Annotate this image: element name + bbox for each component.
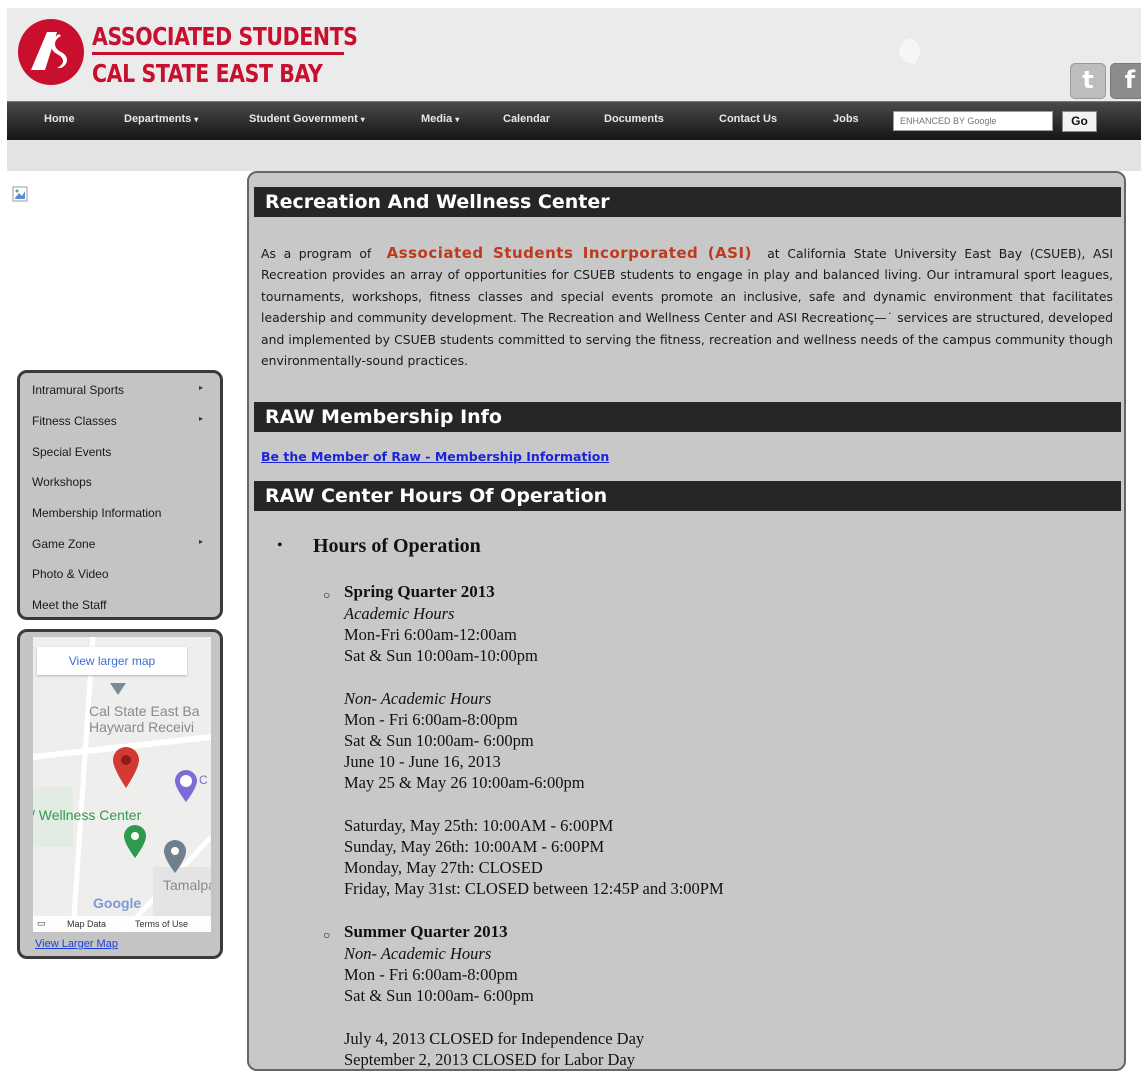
search-go-button[interactable]: Go — [1062, 111, 1097, 132]
nav-jobs[interactable]: Jobs — [833, 113, 859, 125]
side-menu-fitness-classes[interactable]: Fitness Classes ▸ — [32, 414, 212, 434]
hours-heading: Hours of Operation — [313, 535, 481, 557]
nav-contact-us[interactable]: Contact Us — [719, 113, 777, 125]
gray-map-pin-icon[interactable] — [163, 840, 187, 874]
hours-line: July 4, 2013 CLOSED for Independence Day — [344, 1029, 645, 1048]
map-marker-small-icon — [110, 683, 126, 695]
map-label-tamalpa: Tamalpa — [163, 877, 211, 893]
spring-non-academic-label: Non- Academic Hours — [344, 689, 492, 708]
hours-line: Mon - Fri 6:00am-8:00pm — [344, 710, 518, 729]
asi-name-link[interactable]: Associated Students Incorporated (ASI) — [387, 244, 752, 262]
hours-line: Sunday, May 26th: 10:00AM - 6:00PM — [344, 837, 605, 856]
chevron-down-icon: ▾ — [455, 115, 460, 124]
map-widget: View larger map Cal State East Ba Haywar… — [17, 629, 223, 959]
intro-paragraph: As a program of Associated Students Inco… — [261, 244, 1113, 369]
list-bullet: ○ — [323, 588, 331, 602]
hours-line: June 10 - June 16, 2013 — [344, 752, 501, 771]
google-logo: Google — [93, 895, 142, 911]
map-label-wellness: / Wellness Center — [33, 807, 142, 823]
twitter-icon[interactable]: t — [1070, 63, 1106, 99]
as-logo-icon[interactable] — [17, 18, 85, 86]
hours-line: Saturday, May 25th: 10:00AM - 6:00PM — [344, 816, 614, 835]
summer-non-academic-label: Non- Academic Hours — [344, 944, 492, 963]
list-bullet: ○ — [323, 928, 331, 942]
map-data-link[interactable]: Map Data — [67, 919, 106, 929]
red-map-pin-icon[interactable] — [111, 745, 141, 789]
partner-logo-icon — [899, 38, 921, 64]
side-menu: Intramural Sports ▸ Fitness Classes ▸ Spec… — [17, 370, 223, 620]
side-menu-intramural-sports[interactable]: Intramural Sports ▸ — [32, 383, 212, 403]
hours-line: Sat & Sun 10:00am- 6:00pm — [344, 731, 534, 750]
embedded-map[interactable]: View larger map Cal State East Ba Haywar… — [33, 637, 211, 932]
side-menu-photo-video[interactable]: Photo & Video — [32, 567, 109, 587]
logo-title-line2[interactable]: CAL STATE EAST BAY — [92, 59, 323, 88]
map-label-hayward: Hayward Receivi — [89, 719, 195, 735]
spring-quarter-title: Spring Quarter 2013 — [344, 582, 495, 601]
green-map-pin-icon[interactable] — [123, 825, 147, 859]
site-header: ASSOCIATED STUDENTS CAL STATE EAST BAY t… — [7, 8, 1141, 102]
side-menu-workshops[interactable]: Workshops — [32, 475, 92, 495]
hours-line: September 2, 2013 CLOSED for Labor Day — [344, 1050, 635, 1069]
map-label-c: C — [199, 773, 208, 787]
view-larger-map-button[interactable]: View larger map — [37, 647, 187, 675]
hours-line: Mon - Fri 6:00am-8:00pm — [344, 965, 518, 984]
map-label-csueb: Cal State East Ba — [89, 703, 200, 719]
spring-academic-label: Academic Hours — [344, 604, 455, 623]
side-menu-meet-the-staff[interactable]: Meet the Staff — [32, 598, 107, 618]
hours-line: Monday, May 27th: CLOSED — [344, 858, 543, 877]
content-panel: Recreation And Wellness Center As a prog… — [247, 171, 1126, 1071]
side-menu-game-zone[interactable]: Game Zone ▸ — [32, 537, 212, 557]
search-input[interactable] — [894, 112, 1052, 130]
search-box — [893, 111, 1053, 131]
header-subband — [7, 140, 1141, 171]
chevron-down-icon: ▾ — [360, 115, 365, 124]
membership-info-link[interactable]: Be the Member of Raw - Membership Inform… — [261, 449, 609, 464]
logo-title-line1[interactable]: ASSOCIATED STUDENTS — [92, 22, 358, 51]
hours-line: Sat & Sun 10:00am-10:00pm — [344, 646, 538, 665]
hours-line: May 25 & May 26 10:00am-6:00pm — [344, 773, 585, 792]
broken-image-icon — [12, 186, 28, 202]
list-bullet: • — [277, 537, 283, 554]
map-footer: ▭ Map Data Terms of Use — [33, 916, 211, 932]
main-nav: Home Departments ▾ Student Government ▾ Me… — [7, 101, 1141, 140]
hours-line: Sat & Sun 10:00am- 6:00pm — [344, 986, 534, 1005]
nav-media[interactable]: Media ▾ — [421, 113, 459, 125]
section-title-hours: RAW Center Hours Of Operation — [254, 481, 1121, 511]
chevron-right-icon: ▸ — [198, 414, 203, 423]
partner-logo — [897, 36, 1047, 72]
view-larger-map-link[interactable]: View Larger Map — [35, 938, 118, 950]
nav-home[interactable]: Home — [44, 113, 75, 125]
section-title-recreation: Recreation And Wellness Center — [254, 187, 1121, 217]
terms-of-use-link[interactable]: Terms of Use — [135, 919, 188, 929]
nav-calendar[interactable]: Calendar — [503, 113, 550, 125]
facebook-icon[interactable]: f — [1110, 63, 1141, 99]
section-title-membership: RAW Membership Info — [254, 402, 1121, 432]
chevron-down-icon: ▾ — [194, 115, 199, 124]
nav-student-government[interactable]: Student Government ▾ — [249, 113, 365, 125]
hours-line: Friday, May 31st: CLOSED between 12:45P … — [344, 879, 724, 898]
side-menu-special-events[interactable]: Special Events — [32, 445, 111, 465]
summer-quarter-title: Summer Quarter 2013 — [344, 922, 508, 941]
purple-map-pin-icon[interactable] — [173, 769, 199, 803]
map-scale-icon: ▭ — [37, 918, 46, 928]
hours-line: Mon-Fri 6:00am-12:00am — [344, 625, 517, 644]
logo-divider — [92, 52, 344, 55]
chevron-right-icon: ▸ — [198, 383, 203, 392]
nav-departments[interactable]: Departments ▾ — [124, 113, 198, 125]
chevron-right-icon: ▸ — [198, 537, 203, 546]
nav-documents[interactable]: Documents — [604, 113, 664, 125]
side-menu-membership-information[interactable]: Membership Information — [32, 506, 161, 526]
